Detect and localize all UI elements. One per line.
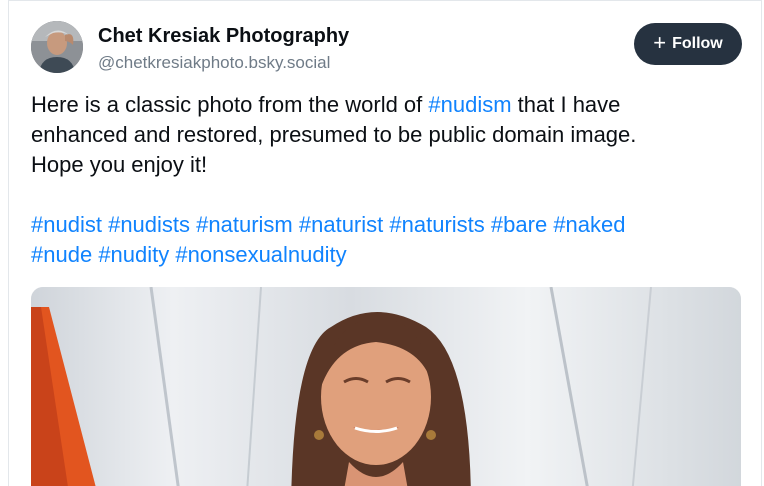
hashtag-line: #nudist #nudists #naturism #naturist #na… (31, 210, 731, 240)
hashtag-link[interactable]: #nudism (428, 92, 511, 117)
hashtag-link[interactable]: #naked (553, 212, 625, 237)
plus-icon: + (653, 30, 667, 55)
post-image[interactable] (31, 287, 741, 486)
hashtag-line: #nude #nudity #nonsexualnudity (31, 240, 731, 270)
hashtag-link[interactable]: #naturist (299, 212, 383, 237)
avatar[interactable] (31, 21, 83, 73)
hashtag-link[interactable]: #naturists (389, 212, 484, 237)
post-card: Chet Kresiak Photography @chetkresiakpho… (8, 0, 762, 486)
post-text-line: Hope you enjoy it! (31, 152, 208, 177)
hashtag-link[interactable]: #nudity (98, 242, 169, 267)
hashtag-list: #nudist #nudists #naturism #naturist #na… (31, 210, 731, 270)
author-handle[interactable]: @chetkresiakphoto.bsky.social (98, 53, 330, 73)
hashtag-link[interactable]: #nude (31, 242, 92, 267)
post-photo (31, 287, 741, 486)
hashtag-link[interactable]: #nonsexualnudity (175, 242, 346, 267)
post-text-segment: Here is a classic photo from the world o… (31, 92, 429, 117)
hashtag-link[interactable]: #nudists (108, 212, 190, 237)
author-display-name[interactable]: Chet Kresiak Photography (98, 25, 349, 48)
follow-button-label: Follow (672, 35, 723, 52)
post-text: Here is a classic photo from the world o… (31, 90, 731, 180)
hashtag-link[interactable]: #nudist (31, 212, 102, 237)
follow-button[interactable]: + Follow (634, 23, 742, 65)
post-text-segment: that I have (511, 92, 621, 117)
post-text-line: enhanced and restored, presumed to be pu… (31, 122, 637, 147)
post-text-line: Here is a classic photo from the world o… (31, 90, 731, 120)
hashtag-link[interactable]: #bare (491, 212, 547, 237)
hashtag-link[interactable]: #naturism (196, 212, 293, 237)
avatar-image (31, 21, 83, 73)
